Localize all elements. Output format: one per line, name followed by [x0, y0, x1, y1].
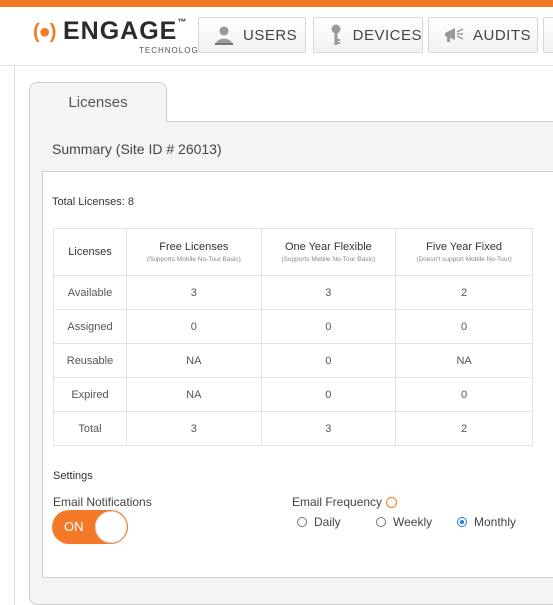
row-label: Assigned: [53, 309, 127, 344]
radio-label: Daily: [314, 515, 341, 529]
logo-wordmark: ENGAGE™: [63, 17, 188, 45]
frequency-radio-daily[interactable]: Daily: [297, 515, 341, 529]
settings-heading: Settings: [53, 470, 93, 482]
table-cell: 3: [126, 411, 262, 446]
email-frequency-label: Email Frequency: [292, 495, 398, 509]
table-row: Reusable NA 0 NA: [53, 343, 533, 378]
row-label: Total: [53, 411, 127, 446]
table-header-row: Licenses Free Licenses (Supports Mobile N…: [53, 228, 533, 276]
table-cell: NA: [395, 343, 533, 378]
column-header-free: Free Licenses (Supports Mobile No-Tour Ba…: [126, 228, 262, 276]
table-cell: 0: [395, 377, 533, 412]
table-cell: 3: [126, 275, 262, 310]
table-cell: NA: [126, 377, 262, 412]
frequency-radio-weekly[interactable]: Weekly: [376, 515, 432, 529]
key-icon: [328, 24, 345, 46]
radio-circle[interactable]: [297, 517, 307, 527]
table-cell: 0: [260, 309, 397, 344]
nav-users-button[interactable]: USERS: [198, 17, 306, 53]
table-cell: 0: [395, 309, 533, 344]
email-notifications-toggle[interactable]: ON: [52, 510, 128, 544]
table-row: Assigned 0 0 0: [53, 309, 533, 344]
signal-logo-icon: (●): [33, 21, 56, 43]
table-cell: 0: [260, 377, 397, 412]
table-cell: 3: [260, 275, 397, 310]
table-row: Available 3 3 2: [53, 275, 533, 310]
top-accent-bar: [0, 0, 553, 7]
table-row: Expired NA 0 0: [53, 377, 533, 412]
toggle-knob[interactable]: [95, 511, 127, 543]
app-header: (●) ENGAGE™ TECHNOLOGY USERS DEVICES AUD…: [0, 7, 553, 66]
radio-circle[interactable]: [376, 517, 386, 527]
nav-users-label: USERS: [243, 26, 298, 44]
logo-subtitle: TECHNOLOGY: [139, 46, 206, 55]
nav-devices-label: DEVICES: [352, 26, 422, 44]
nav-audits-button[interactable]: AUDITS: [428, 17, 538, 53]
table-cell: 2: [395, 275, 533, 310]
row-label: Expired: [53, 377, 127, 412]
column-header-one-year: One Year Flexible (Supports Mobile No-Tou…: [260, 228, 397, 276]
email-notifications-label: Email Notifications: [53, 495, 152, 509]
toggle-on-label: ON: [64, 519, 84, 534]
row-label: Available: [53, 275, 127, 310]
radio-label: Weekly: [393, 515, 433, 529]
table-cell: NA: [126, 343, 262, 378]
row-label: Reusable: [53, 343, 127, 378]
table-cell: 2: [395, 411, 533, 446]
table-cell: 3: [260, 411, 397, 446]
info-icon[interactable]: [386, 497, 398, 509]
column-header-licenses: Licenses: [53, 228, 127, 276]
megaphone-icon: [443, 24, 465, 46]
total-licenses: Total Licenses: 8: [52, 196, 134, 208]
nav-audits-label: AUDITS: [473, 26, 532, 44]
licenses-table: Licenses Free Licenses (Supports Mobile N…: [53, 228, 533, 446]
table-row: Total 3 3 2: [53, 411, 533, 446]
summary-title: Summary (Site ID # 26013): [52, 141, 222, 157]
nav-more-button[interactable]: [543, 17, 553, 53]
engage-logo[interactable]: (●) ENGAGE™ TECHNOLOGY: [33, 15, 204, 59]
nav-devices-button[interactable]: DEVICES: [313, 17, 423, 53]
table-cell: 0: [126, 309, 262, 344]
user-icon: [213, 24, 235, 46]
radio-label: Monthly: [474, 515, 517, 529]
tab-licenses[interactable]: Licenses: [29, 82, 167, 122]
radio-circle-selected[interactable]: [457, 517, 467, 527]
table-cell: 0: [260, 343, 397, 378]
frequency-radio-monthly[interactable]: Monthly: [457, 515, 516, 529]
column-header-five-year: Five Year Fixed (Doesn't support Mobile N…: [395, 228, 533, 276]
